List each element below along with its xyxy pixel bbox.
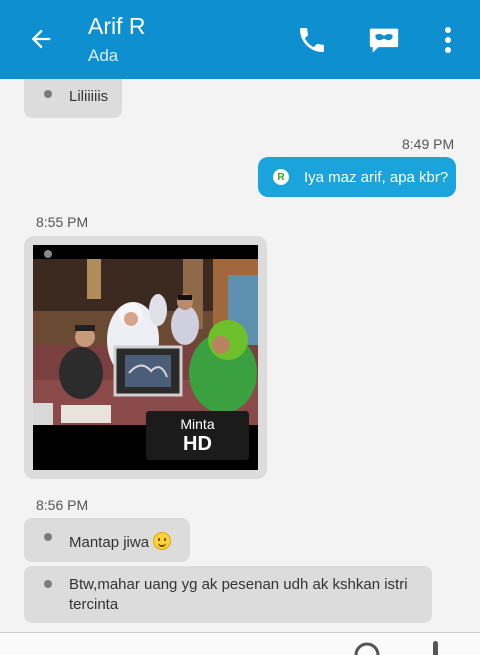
back-button[interactable] xyxy=(24,22,58,56)
message-list[interactable]: Liliiiiis 8:49 PM R Iya maz arif, apa kb… xyxy=(0,79,480,632)
image-message[interactable]: Minta HD xyxy=(24,236,267,479)
phone-icon xyxy=(300,28,324,52)
message-text: Mantap jiwa xyxy=(69,534,150,551)
call-button[interactable] xyxy=(292,20,332,60)
more-vert-icon xyxy=(445,27,451,53)
smiley-icon xyxy=(153,532,172,550)
status-dot-icon xyxy=(44,533,52,541)
status-dot-icon xyxy=(44,250,52,258)
status-dot-icon xyxy=(44,90,52,98)
smiley-outline-icon xyxy=(354,642,380,655)
sender-badge: R xyxy=(273,169,289,185)
secret-chat-button[interactable] xyxy=(364,20,404,60)
sticker-button[interactable] xyxy=(352,639,382,655)
message-text: Iya maz arif, apa kbr? xyxy=(304,169,449,186)
composer-bar[interactable] xyxy=(0,632,480,655)
attach-icon xyxy=(433,641,438,655)
arrow-back-icon xyxy=(31,29,51,49)
outgoing-message[interactable]: R Iya maz arif, apa kbr? xyxy=(258,157,456,197)
message-time: 8:56 PM xyxy=(36,497,89,513)
app-bar: Arif R Ada xyxy=(0,0,480,79)
chat-mask-icon xyxy=(369,28,399,53)
incoming-message[interactable]: Mantap jiwa xyxy=(24,518,190,562)
message-time: 8:55 PM xyxy=(36,214,89,230)
attach-button[interactable] xyxy=(422,639,452,655)
hd-label-bottom: HD xyxy=(183,433,212,455)
status-dot-icon xyxy=(44,580,52,588)
message-text: Btw,mahar uang yg ak pesenan udh ak kshk… xyxy=(69,576,408,613)
message-time: 8:49 PM xyxy=(402,136,455,152)
request-hd-button[interactable]: Minta HD xyxy=(146,411,249,460)
message-text: Liliiiiis xyxy=(69,88,109,105)
contact-name[interactable]: Arif R xyxy=(88,13,146,40)
incoming-message[interactable]: Btw,mahar uang yg ak pesenan udh ak kshk… xyxy=(24,566,432,623)
contact-status: Ada xyxy=(88,46,119,65)
incoming-message[interactable]: Liliiiiis xyxy=(24,79,122,118)
hd-label-top: Minta xyxy=(180,416,215,432)
overflow-menu-button[interactable] xyxy=(428,20,468,60)
photo-thumbnail[interactable]: Minta HD xyxy=(33,245,258,470)
